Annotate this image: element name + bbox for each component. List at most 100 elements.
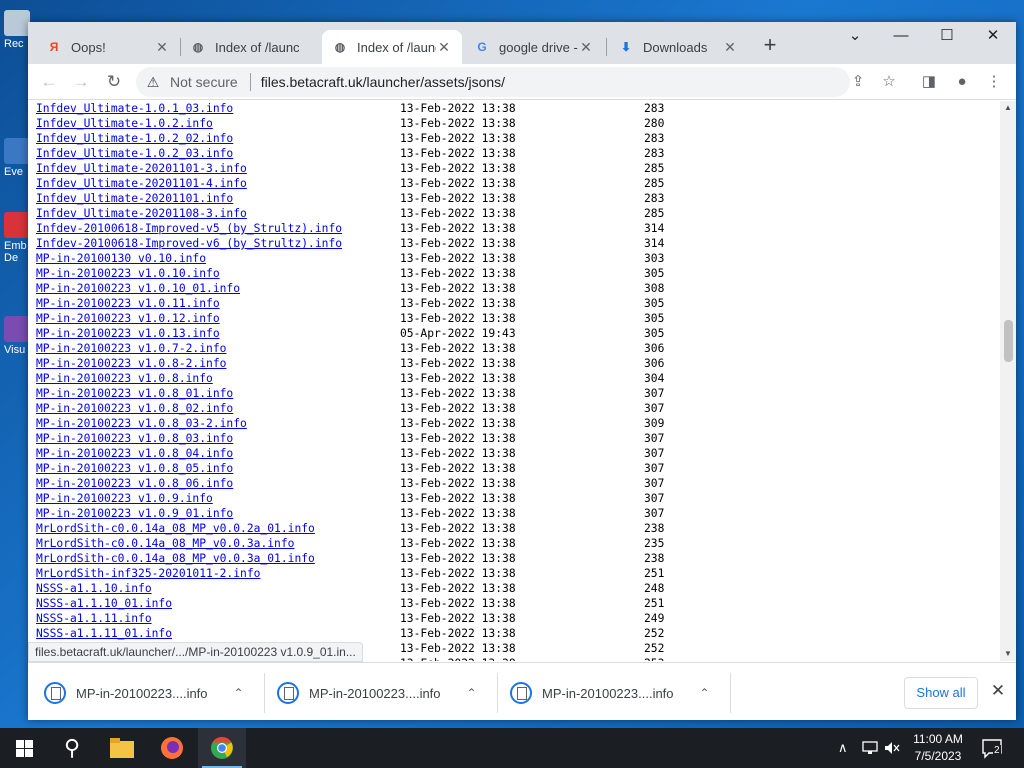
- file-link[interactable]: Infdev_Ultimate-20201101.info: [36, 191, 233, 206]
- scroll-up-arrow-icon[interactable]: ▲: [1000, 101, 1016, 115]
- tab-title: Oops!: [71, 39, 106, 55]
- window-close-button[interactable]: ✕: [970, 22, 1016, 52]
- file-link[interactable]: NSSS-a1.1.11.info: [36, 611, 152, 626]
- minimize-button[interactable]: —: [878, 22, 924, 52]
- system-clock[interactable]: 11:00 AM 7/5/2023: [898, 731, 978, 765]
- file-link[interactable]: MP-in-20100223 v1.0.12.info: [36, 311, 220, 326]
- file-link[interactable]: MP-in-20100223 v1.0.8.info: [36, 371, 213, 386]
- file-link[interactable]: MP-in-20100223 v1.0.9.info: [36, 491, 213, 506]
- notification-center-icon[interactable]: 2: [980, 736, 1004, 760]
- tab-oops[interactable]: Я Oops! ✕: [36, 30, 180, 64]
- file-link[interactable]: MP-in-20100130 v0.10.info: [36, 251, 206, 266]
- desktop-icon-label: Emb De: [4, 240, 27, 264]
- file-link[interactable]: NSSS-a1.1.11_01.info: [36, 626, 172, 641]
- menu-icon[interactable]: ⋮: [981, 69, 1007, 95]
- chevron-up-icon[interactable]: ⌃: [467, 686, 477, 700]
- file-explorer-button[interactable]: [98, 728, 146, 768]
- file-link[interactable]: MrLordSith-inf325-20201011-2.info: [36, 566, 260, 581]
- file-link[interactable]: MP-in-20100223 v1.0.8_01.info: [36, 386, 233, 401]
- browser-window: Я Oops! ✕ ◍ Index of /launc ◍ Index of /…: [28, 22, 1016, 720]
- profile-avatar-icon[interactable]: ●: [949, 69, 975, 95]
- file-date: 13-Feb-2022 13:38: [400, 357, 516, 370]
- file-link[interactable]: Infdev_Ultimate-1.0.2.info: [36, 116, 213, 131]
- file-link[interactable]: MP-in-20100223 v1.0.8_05.info: [36, 461, 233, 476]
- file-date: 13-Feb-2022 13:38: [400, 162, 516, 175]
- firefox-button[interactable]: [148, 728, 196, 768]
- file-link[interactable]: MrLordSith-c0.0.14a_08_MP_v0.0.3a.info: [36, 536, 294, 551]
- new-tab-button[interactable]: +: [758, 34, 782, 58]
- chevron-up-icon[interactable]: ⌃: [234, 686, 244, 700]
- file-date: 13-Feb-2022 13:38: [400, 477, 516, 490]
- file-link[interactable]: Infdev_Ultimate-20201108-3.info: [36, 206, 247, 221]
- file-link[interactable]: MP-in-20100223 v1.0.8_02.info: [36, 401, 233, 416]
- file-link[interactable]: Infdev_Ultimate-20201101-4.info: [36, 176, 247, 191]
- file-link[interactable]: MrLordSith-c0.0.14a_08_MP_v0.0.2a_01.inf…: [36, 521, 315, 536]
- file-link[interactable]: Infdev_Ultimate-1.0.2_03.info: [36, 146, 233, 161]
- maximize-button[interactable]: ☐: [924, 22, 970, 52]
- close-icon[interactable]: ✕: [988, 681, 1008, 701]
- network-icon[interactable]: [862, 728, 878, 768]
- file-link[interactable]: MP-in-20100223 v1.0.8-2.info: [36, 356, 226, 371]
- file-link[interactable]: MP-in-20100223 v1.0.13.info: [36, 326, 220, 341]
- chrome-button[interactable]: [198, 728, 246, 768]
- close-icon[interactable]: ✕: [154, 39, 170, 56]
- tab-search-button[interactable]: ⌄: [832, 22, 878, 52]
- security-status[interactable]: Not secure: [170, 74, 238, 90]
- tray-chevron-icon[interactable]: ∧: [838, 728, 848, 768]
- file-link[interactable]: Infdev_Ultimate-1.0.2_02.info: [36, 131, 233, 146]
- file-link[interactable]: MP-in-20100223 v1.0.8_04.info: [36, 446, 233, 461]
- file-date: 13-Feb-2022 13:38: [400, 222, 516, 235]
- file-link[interactable]: Infdev-20100618-Improved-v6_(by_Strultz)…: [36, 236, 342, 251]
- file-link[interactable]: MP-in-20100223 v1.0.8_06.info: [36, 476, 233, 491]
- file-link[interactable]: MP-in-20100223 v1.0.10_01.info: [36, 281, 240, 296]
- search-icon[interactable]: ⚲: [48, 728, 96, 768]
- download-item[interactable]: MP-in-20100223....info ⌃: [44, 673, 244, 713]
- browser-toolbar: ← → ↻ ⚠ Not secure files.betacraft.uk/la…: [28, 64, 1016, 100]
- close-icon[interactable]: ✕: [436, 39, 452, 56]
- yandex-icon: Я: [49, 40, 59, 54]
- file-link[interactable]: MrLordSith-c0.0.14a_08_MP_v0.0.3a_01.inf…: [36, 551, 315, 566]
- tab-downloads[interactable]: ⬇ Downloads ✕: [608, 30, 748, 64]
- file-size: 252: [644, 627, 665, 640]
- share-icon[interactable]: ⇪: [845, 69, 871, 95]
- side-panel-icon[interactable]: ◨: [916, 69, 942, 95]
- windows-logo-icon: [15, 739, 33, 757]
- address-bar[interactable]: ⚠ Not secure files.betacraft.uk/launcher…: [136, 67, 850, 97]
- file-size: 285: [644, 177, 665, 190]
- url-text[interactable]: files.betacraft.uk/launcher/assets/jsons…: [261, 74, 505, 90]
- close-icon[interactable]: ✕: [722, 39, 738, 56]
- file-link[interactable]: Infdev_Ultimate-1.0.1_03.info: [36, 101, 233, 116]
- file-link[interactable]: MP-in-20100223 v1.0.7-2.info: [36, 341, 226, 356]
- file-link[interactable]: MP-in-20100223 v1.0.8_03.info: [36, 431, 233, 446]
- chevron-up-icon[interactable]: ⌃: [700, 686, 710, 700]
- file-link[interactable]: MP-in-20100223 v1.0.11.info: [36, 296, 220, 311]
- file-link[interactable]: NSSS-a1.1.10.info: [36, 581, 152, 596]
- scrollbar-thumb[interactable]: [1004, 320, 1013, 362]
- close-icon[interactable]: ✕: [578, 39, 594, 56]
- tab-index-2-active[interactable]: ◍ Index of /launc ✕: [322, 30, 462, 64]
- forward-button[interactable]: →: [68, 69, 94, 95]
- file-link[interactable]: NSSS-a1.1.10_01.info: [36, 596, 172, 611]
- bookmark-star-icon[interactable]: ☆: [876, 69, 902, 95]
- back-button[interactable]: ←: [36, 69, 62, 95]
- tab-index-1[interactable]: ◍ Index of /launc: [180, 30, 318, 64]
- download-item[interactable]: MP-in-20100223....info ⌃: [277, 673, 477, 713]
- reload-button[interactable]: ↻: [101, 69, 127, 95]
- file-link[interactable]: Infdev-20100618-Improved-v5_(by_Strultz)…: [36, 221, 342, 236]
- file-date: 13-Feb-2022 13:38: [400, 387, 516, 400]
- file-link[interactable]: Infdev_Ultimate-20201101-3.info: [36, 161, 247, 176]
- notification-badge: 2: [993, 745, 1001, 756]
- scroll-down-arrow-icon[interactable]: ▼: [1000, 647, 1016, 661]
- download-item[interactable]: MP-in-20100223....info ⌃: [510, 673, 710, 713]
- file-link[interactable]: MP-in-20100223 v1.0.9_01.info: [36, 506, 233, 521]
- download-filename: MP-in-20100223....info: [542, 685, 674, 701]
- warning-icon[interactable]: ⚠: [144, 74, 162, 91]
- file-link[interactable]: MP-in-20100223 v1.0.10.info: [36, 266, 220, 281]
- link-status-bubble: files.betacraft.uk/launcher/.../MP-in-20…: [28, 642, 363, 662]
- start-button[interactable]: [0, 728, 48, 768]
- tab-google-drive[interactable]: G google drive - ✕: [464, 30, 604, 64]
- file-size: 253: [644, 656, 664, 661]
- file-link[interactable]: MP-in-20100223 v1.0.8_03-2.info: [36, 416, 247, 431]
- vertical-scrollbar[interactable]: ▲ ▼: [1000, 101, 1016, 661]
- show-all-button[interactable]: Show all: [904, 677, 978, 709]
